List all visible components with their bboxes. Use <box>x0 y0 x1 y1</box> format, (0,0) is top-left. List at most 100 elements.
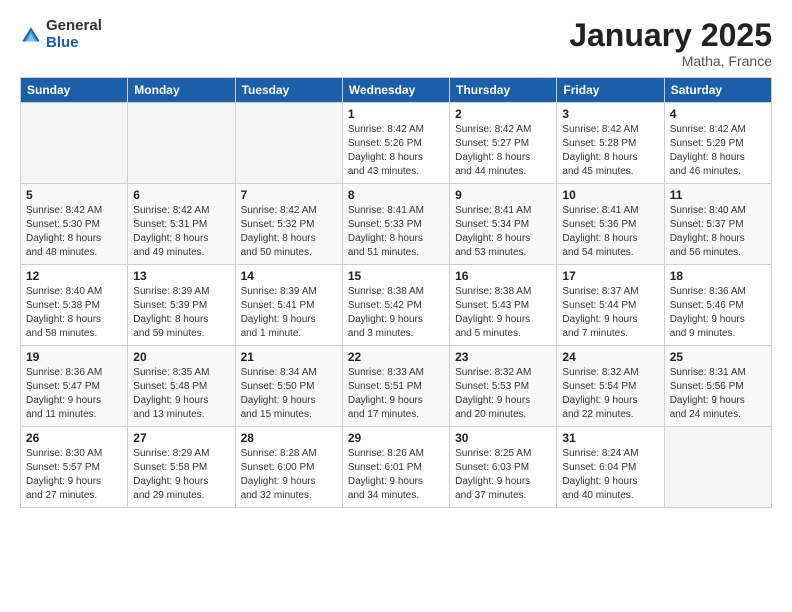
cell-text: Sunrise: 8:39 AM Sunset: 5:41 PM Dayligh… <box>241 285 337 341</box>
day-number: 21 <box>241 350 337 364</box>
week-row-4: 19Sunrise: 8:36 AM Sunset: 5:47 PM Dayli… <box>21 346 772 427</box>
day-number: 19 <box>26 350 122 364</box>
calendar-cell: 3 Sunrise: 8:42 AM Sunset: 5:28 PM Daylig… <box>557 103 664 184</box>
cell-text: Sunrise: 8:26 AM Sunset: 6:01 PM Dayligh… <box>348 447 444 503</box>
cell-text: Sunrise: 8:28 AM Sunset: 6:00 PM Dayligh… <box>241 447 337 503</box>
cell-text: Sunrise: 8:29 AM Sunset: 5:58 PM Dayligh… <box>133 447 229 503</box>
calendar-cell: 17Sunrise: 8:37 AM Sunset: 5:44 PM Dayli… <box>557 265 664 346</box>
cell-text: Sunrise: 8:40 AM Sunset: 5:37 PM Dayligh… <box>670 204 766 260</box>
day-number: 22 <box>348 350 444 364</box>
calendar-cell: 4 Sunrise: 8:42 AM Sunset: 5:29 PM Daylig… <box>664 103 771 184</box>
logo-general: General <box>46 18 102 35</box>
cell-text: Sunrise: 8:42 AM Sunset: 5:29 PM Dayligh… <box>670 123 766 179</box>
weekday-friday: Friday <box>557 78 664 103</box>
month-year: January 2025 <box>569 18 772 53</box>
week-row-2: 5 Sunrise: 8:42 AM Sunset: 5:30 PM Daylig… <box>21 184 772 265</box>
day-number: 13 <box>133 269 229 283</box>
calendar-cell: 31 Sunrise: 8:24 AM Sunset: 6:04 PM Dayli… <box>557 427 664 508</box>
cell-text: Sunrise: 8:35 AM Sunset: 5:48 PM Dayligh… <box>133 366 229 422</box>
logo-icon <box>20 25 42 47</box>
day-number: 4 <box>670 107 766 121</box>
cell-text: Sunrise: 8:31 AM Sunset: 5:56 PM Dayligh… <box>670 366 766 422</box>
day-number: 5 <box>26 188 122 202</box>
cell-text: Sunrise: 8:39 AM Sunset: 5:39 PM Dayligh… <box>133 285 229 341</box>
weekday-tuesday: Tuesday <box>235 78 342 103</box>
weekday-thursday: Thursday <box>450 78 557 103</box>
calendar-cell: 14Sunrise: 8:39 AM Sunset: 5:41 PM Dayli… <box>235 265 342 346</box>
day-number: 24 <box>562 350 658 364</box>
cell-text: Sunrise: 8:32 AM Sunset: 5:54 PM Dayligh… <box>562 366 658 422</box>
calendar-cell: 21 Sunrise: 8:34 AM Sunset: 5:50 PM Dayli… <box>235 346 342 427</box>
calendar-cell: 11Sunrise: 8:40 AM Sunset: 5:37 PM Dayli… <box>664 184 771 265</box>
calendar-cell: 24 Sunrise: 8:32 AM Sunset: 5:54 PM Dayli… <box>557 346 664 427</box>
day-number: 27 <box>133 431 229 445</box>
calendar-cell <box>664 427 771 508</box>
logo-text: General Blue <box>46 18 102 51</box>
day-number: 9 <box>455 188 551 202</box>
day-number: 26 <box>26 431 122 445</box>
calendar-cell: 5 Sunrise: 8:42 AM Sunset: 5:30 PM Daylig… <box>21 184 128 265</box>
logo-blue: Blue <box>46 35 102 52</box>
week-row-5: 26Sunrise: 8:30 AM Sunset: 5:57 PM Dayli… <box>21 427 772 508</box>
calendar-cell: 8 Sunrise: 8:41 AM Sunset: 5:33 PM Daylig… <box>342 184 449 265</box>
calendar-cell: 18Sunrise: 8:36 AM Sunset: 5:46 PM Dayli… <box>664 265 771 346</box>
calendar-cell: 29 Sunrise: 8:26 AM Sunset: 6:01 PM Dayli… <box>342 427 449 508</box>
calendar-cell: 28 Sunrise: 8:28 AM Sunset: 6:00 PM Dayli… <box>235 427 342 508</box>
week-row-3: 12 Sunrise: 8:40 AM Sunset: 5:38 PM Dayli… <box>21 265 772 346</box>
day-number: 20 <box>133 350 229 364</box>
day-number: 8 <box>348 188 444 202</box>
day-number: 15 <box>348 269 444 283</box>
header: General Blue January 2025 Matha, France <box>20 18 772 69</box>
day-number: 29 <box>348 431 444 445</box>
cell-text: Sunrise: 8:24 AM Sunset: 6:04 PM Dayligh… <box>562 447 658 503</box>
day-number: 10 <box>562 188 658 202</box>
calendar-cell <box>235 103 342 184</box>
calendar-cell: 10Sunrise: 8:41 AM Sunset: 5:36 PM Dayli… <box>557 184 664 265</box>
title-block: January 2025 Matha, France <box>569 18 772 69</box>
cell-text: Sunrise: 8:38 AM Sunset: 5:43 PM Dayligh… <box>455 285 551 341</box>
calendar-cell <box>21 103 128 184</box>
cell-text: Sunrise: 8:41 AM Sunset: 5:33 PM Dayligh… <box>348 204 444 260</box>
calendar-cell: 9 Sunrise: 8:41 AM Sunset: 5:34 PM Daylig… <box>450 184 557 265</box>
weekday-header-row: SundayMondayTuesdayWednesdayThursdayFrid… <box>21 78 772 103</box>
day-number: 7 <box>241 188 337 202</box>
day-number: 12 <box>26 269 122 283</box>
cell-text: Sunrise: 8:41 AM Sunset: 5:34 PM Dayligh… <box>455 204 551 260</box>
cell-text: Sunrise: 8:25 AM Sunset: 6:03 PM Dayligh… <box>455 447 551 503</box>
page: General Blue January 2025 Matha, France … <box>0 0 792 612</box>
day-number: 16 <box>455 269 551 283</box>
calendar-cell: 19Sunrise: 8:36 AM Sunset: 5:47 PM Dayli… <box>21 346 128 427</box>
day-number: 23 <box>455 350 551 364</box>
calendar-cell: 7 Sunrise: 8:42 AM Sunset: 5:32 PM Daylig… <box>235 184 342 265</box>
calendar-cell: 13 Sunrise: 8:39 AM Sunset: 5:39 PM Dayli… <box>128 265 235 346</box>
day-number: 3 <box>562 107 658 121</box>
cell-text: Sunrise: 8:36 AM Sunset: 5:46 PM Dayligh… <box>670 285 766 341</box>
day-number: 31 <box>562 431 658 445</box>
cell-text: Sunrise: 8:40 AM Sunset: 5:38 PM Dayligh… <box>26 285 122 341</box>
cell-text: Sunrise: 8:42 AM Sunset: 5:26 PM Dayligh… <box>348 123 444 179</box>
cell-text: Sunrise: 8:42 AM Sunset: 5:27 PM Dayligh… <box>455 123 551 179</box>
calendar-cell <box>128 103 235 184</box>
cell-text: Sunrise: 8:42 AM Sunset: 5:28 PM Dayligh… <box>562 123 658 179</box>
cell-text: Sunrise: 8:38 AM Sunset: 5:42 PM Dayligh… <box>348 285 444 341</box>
day-number: 25 <box>670 350 766 364</box>
day-number: 17 <box>562 269 658 283</box>
logo: General Blue <box>20 18 102 51</box>
weekday-sunday: Sunday <box>21 78 128 103</box>
day-number: 28 <box>241 431 337 445</box>
calendar-cell: 15 Sunrise: 8:38 AM Sunset: 5:42 PM Dayli… <box>342 265 449 346</box>
calendar-cell: 30 Sunrise: 8:25 AM Sunset: 6:03 PM Dayli… <box>450 427 557 508</box>
calendar-cell: 2Sunrise: 8:42 AM Sunset: 5:27 PM Daylig… <box>450 103 557 184</box>
calendar-cell: 16 Sunrise: 8:38 AM Sunset: 5:43 PM Dayli… <box>450 265 557 346</box>
weekday-monday: Monday <box>128 78 235 103</box>
cell-text: Sunrise: 8:34 AM Sunset: 5:50 PM Dayligh… <box>241 366 337 422</box>
calendar-cell: 12 Sunrise: 8:40 AM Sunset: 5:38 PM Dayli… <box>21 265 128 346</box>
calendar-cell: 23Sunrise: 8:32 AM Sunset: 5:53 PM Dayli… <box>450 346 557 427</box>
calendar-cell: 25 Sunrise: 8:31 AM Sunset: 5:56 PM Dayli… <box>664 346 771 427</box>
cell-text: Sunrise: 8:42 AM Sunset: 5:30 PM Dayligh… <box>26 204 122 260</box>
day-number: 30 <box>455 431 551 445</box>
cell-text: Sunrise: 8:42 AM Sunset: 5:32 PM Dayligh… <box>241 204 337 260</box>
cell-text: Sunrise: 8:33 AM Sunset: 5:51 PM Dayligh… <box>348 366 444 422</box>
calendar-cell: 20 Sunrise: 8:35 AM Sunset: 5:48 PM Dayli… <box>128 346 235 427</box>
day-number: 1 <box>348 107 444 121</box>
